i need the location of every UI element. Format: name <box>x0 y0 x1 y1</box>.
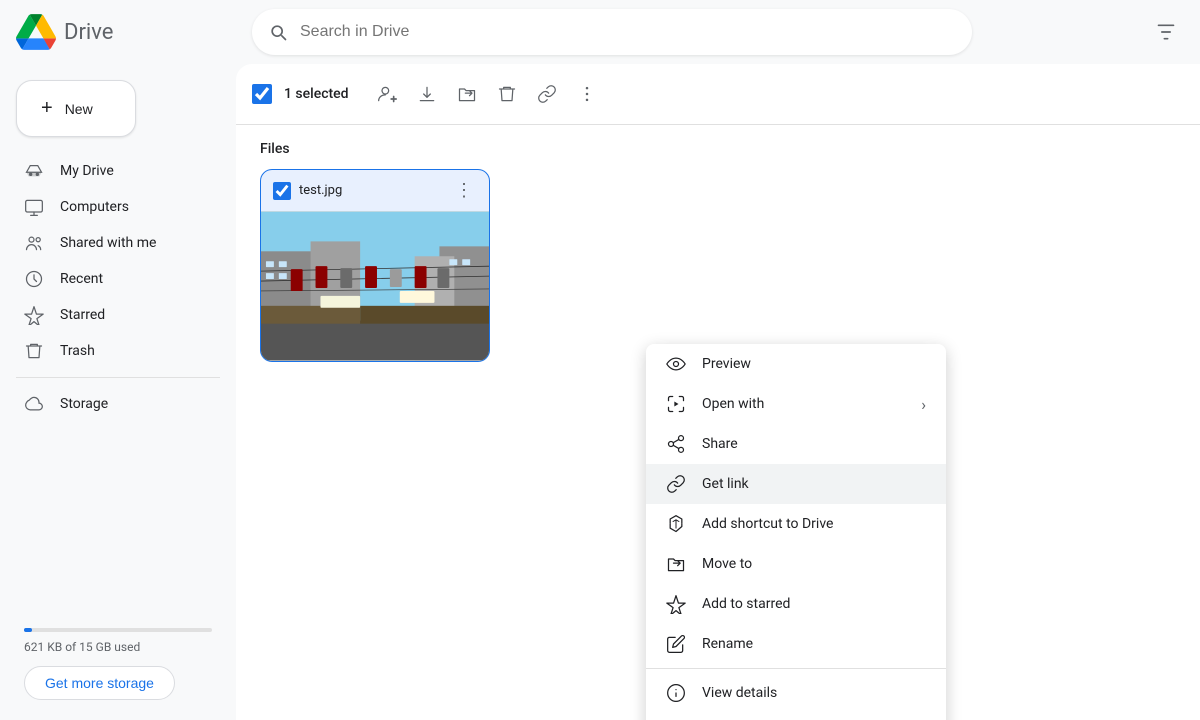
toolbar: 1 selected <box>236 64 1200 125</box>
main-layout: + New My Drive Compu <box>0 64 1200 720</box>
menu-divider <box>646 668 946 669</box>
share-icon <box>666 434 686 454</box>
drive-icon <box>24 161 44 181</box>
search-bar[interactable] <box>252 9 972 55</box>
file-more-button[interactable]: ⋮ <box>451 178 477 203</box>
new-button-label: New <box>65 101 93 117</box>
get-link-toolbar-button[interactable] <box>529 76 565 112</box>
eye-icon <box>666 354 686 374</box>
sidebar: + New My Drive Compu <box>0 64 236 720</box>
more-vert-icon <box>577 84 597 104</box>
sidebar-storage-label: Storage <box>60 396 108 412</box>
info-icon <box>666 683 686 703</box>
sidebar-item-storage[interactable]: Storage <box>0 386 220 422</box>
menu-open-with-label: Open with <box>702 396 905 412</box>
sidebar-item-label: Trash <box>60 343 95 359</box>
pencil-icon <box>666 634 686 654</box>
delete-toolbar-button[interactable] <box>489 76 525 112</box>
link-icon <box>537 84 557 104</box>
app-title: Drive <box>64 20 113 45</box>
search-filter-button[interactable] <box>1148 14 1184 50</box>
clock-icon <box>24 269 44 289</box>
sidebar-item-label: My Drive <box>60 163 114 179</box>
share-toolbar-button[interactable] <box>369 76 405 112</box>
sidebar-item-computers[interactable]: Computers <box>0 189 220 225</box>
computer-icon <box>24 197 44 217</box>
file-checkbox[interactable] <box>273 182 291 200</box>
link-icon <box>666 474 686 494</box>
file-name: test.jpg <box>299 183 443 198</box>
storage-section: 621 KB of 15 GB used Get more storage <box>0 616 236 712</box>
menu-add-starred-label: Add to starred <box>702 596 926 612</box>
files-heading: Files <box>260 141 1176 157</box>
menu-item-add-starred[interactable]: Add to starred <box>646 584 946 624</box>
menu-add-shortcut-label: Add shortcut to Drive <box>702 516 926 532</box>
sidebar-divider <box>16 377 220 378</box>
folder-move-icon <box>457 84 477 104</box>
menu-preview-label: Preview <box>702 356 926 372</box>
menu-view-details-label: View details <box>702 685 926 701</box>
search-icon <box>268 22 288 42</box>
star-icon <box>24 305 44 325</box>
move-to-icon <box>666 554 686 574</box>
google-drive-logo-icon <box>16 12 56 52</box>
menu-rename-label: Rename <box>702 636 926 652</box>
download-icon <box>417 84 437 104</box>
star-outline-icon <box>666 594 686 614</box>
chevron-right-icon: › <box>921 395 926 414</box>
sidebar-item-trash[interactable]: Trash <box>0 333 220 369</box>
cloud-icon <box>24 394 44 414</box>
menu-get-link-label: Get link <box>702 476 926 492</box>
menu-item-get-link[interactable]: Get link <box>646 464 946 504</box>
sidebar-item-recent[interactable]: Recent <box>0 261 220 297</box>
storage-used-text: 621 KB of 15 GB used <box>24 640 212 654</box>
menu-item-rename[interactable]: Rename <box>646 624 946 664</box>
sidebar-item-label: Shared with me <box>60 235 156 251</box>
download-toolbar-button[interactable] <box>409 76 445 112</box>
selected-count: 1 selected <box>284 86 349 102</box>
menu-move-to-label: Move to <box>702 556 926 572</box>
menu-item-manage-versions[interactable]: Manage versions <box>646 713 946 720</box>
plus-icon: + <box>41 97 53 120</box>
logo-area: Drive <box>16 12 236 52</box>
menu-item-preview[interactable]: Preview <box>646 344 946 384</box>
trash-icon <box>24 341 44 361</box>
file-card-header: test.jpg ⋮ <box>261 170 489 211</box>
context-menu: Preview Open with › <box>646 344 946 720</box>
menu-share-label: Share <box>702 436 926 452</box>
menu-item-add-shortcut[interactable]: Add shortcut to Drive <box>646 504 946 544</box>
menu-item-view-details[interactable]: View details <box>646 673 946 713</box>
menu-item-move-to[interactable]: Move to <box>646 544 946 584</box>
get-more-storage-button[interactable]: Get more storage <box>24 666 175 700</box>
sidebar-item-my-drive[interactable]: My Drive <box>0 153 220 189</box>
people-icon <box>24 233 44 253</box>
menu-item-open-with[interactable]: Open with › <box>646 384 946 424</box>
filter-icon <box>1156 22 1176 42</box>
open-with-icon <box>666 394 686 414</box>
header: Drive <box>0 0 1200 64</box>
add-person-icon <box>377 84 397 104</box>
storage-bar-background <box>24 628 212 632</box>
sidebar-item-label: Recent <box>60 271 103 287</box>
delete-icon <box>497 84 517 104</box>
search-input[interactable] <box>300 23 956 41</box>
sidebar-item-label: Computers <box>60 199 129 215</box>
select-all-checkbox[interactable] <box>252 84 272 104</box>
move-to-toolbar-button[interactable] <box>449 76 485 112</box>
content-area: 1 selected <box>236 64 1200 720</box>
storage-bar-fill <box>24 628 32 632</box>
sidebar-item-shared[interactable]: Shared with me <box>0 225 220 261</box>
file-thumbnail <box>261 211 489 361</box>
sidebar-item-label: Starred <box>60 307 105 323</box>
more-toolbar-button[interactable] <box>569 76 605 112</box>
sidebar-item-starred[interactable]: Starred <box>0 297 220 333</box>
new-button[interactable]: + New <box>16 80 136 137</box>
shortcut-icon <box>666 514 686 534</box>
file-card[interactable]: test.jpg ⋮ <box>260 169 490 362</box>
menu-item-share[interactable]: Share <box>646 424 946 464</box>
